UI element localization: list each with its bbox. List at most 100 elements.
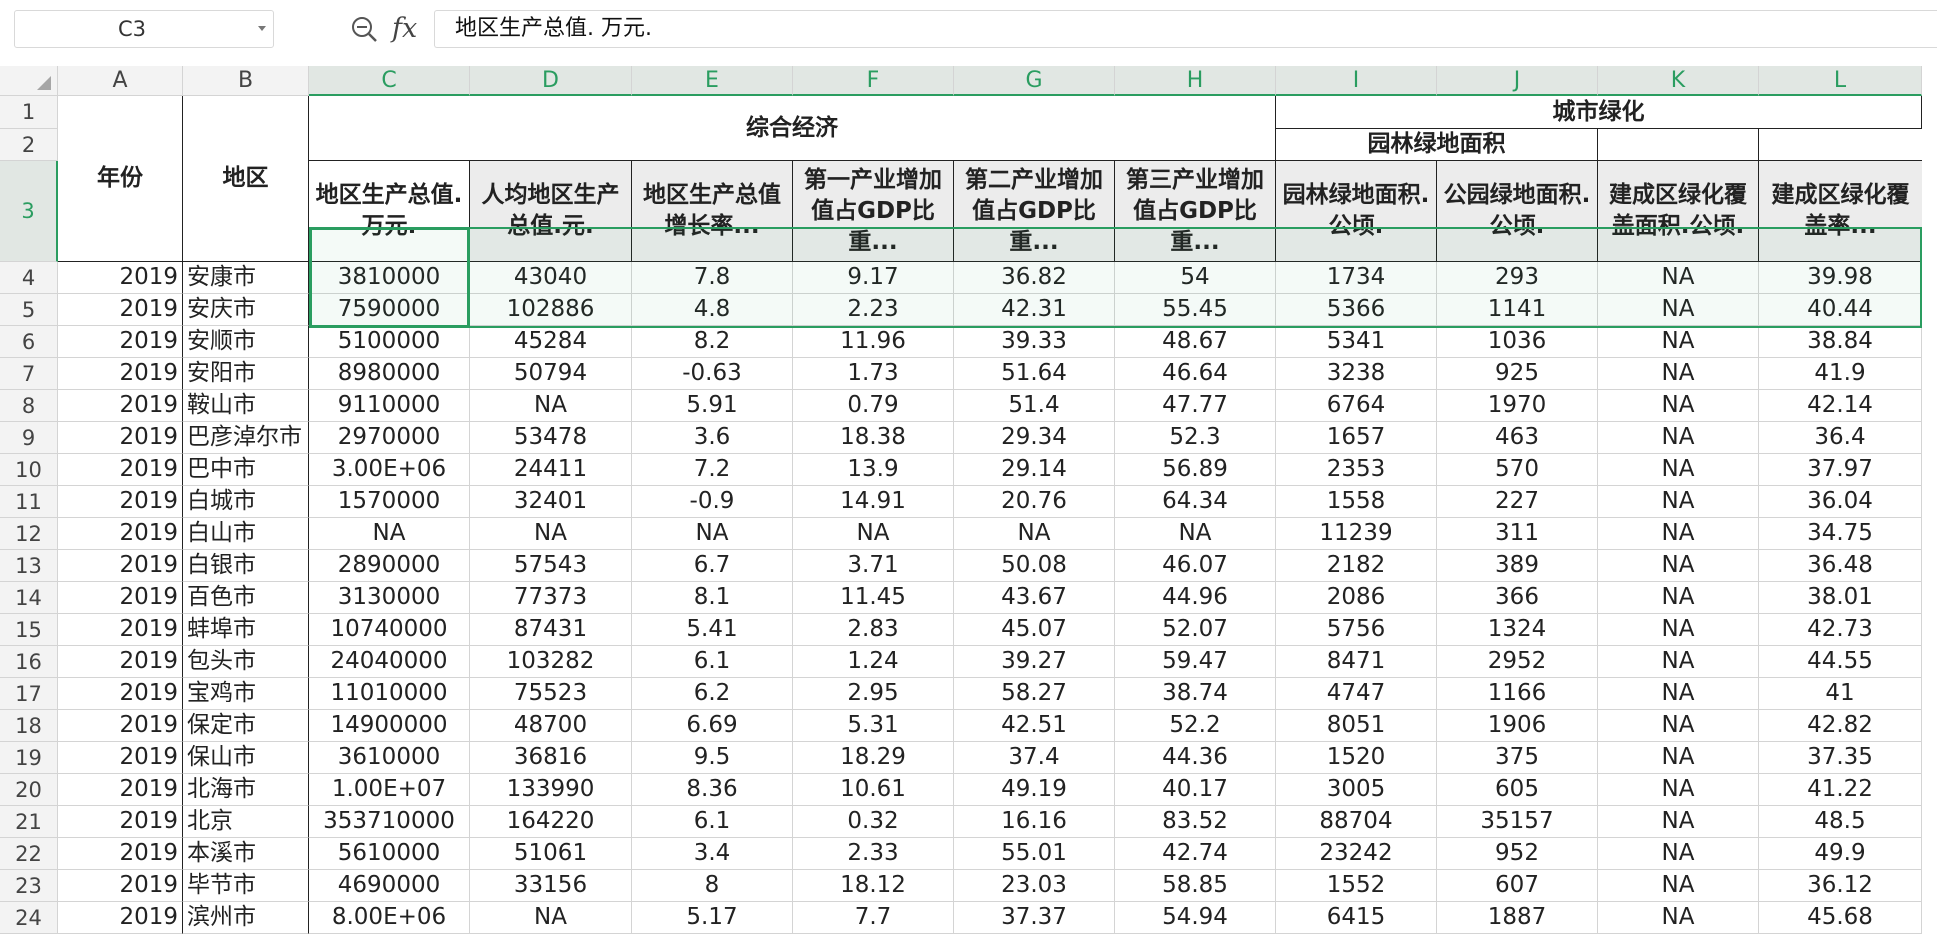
data-cell[interactable]: 18.29: [793, 742, 954, 774]
region-cell[interactable]: 滨州市: [183, 902, 309, 934]
year-cell[interactable]: 2019: [58, 454, 183, 486]
data-cell[interactable]: 44.36: [1115, 742, 1276, 774]
data-cell[interactable]: 3238: [1276, 358, 1437, 390]
data-cell[interactable]: 3810000: [309, 262, 470, 294]
empty-header-cell[interactable]: [1759, 129, 1922, 161]
region-cell[interactable]: 百色市: [183, 582, 309, 614]
row-header-3[interactable]: 3: [0, 161, 58, 262]
data-cell[interactable]: 4.8: [632, 294, 793, 326]
year-cell[interactable]: 2019: [58, 614, 183, 646]
column-header-c[interactable]: C: [309, 66, 470, 96]
column-header-h[interactable]: H: [1115, 66, 1276, 96]
data-cell[interactable]: 23242: [1276, 838, 1437, 870]
data-cell[interactable]: 88704: [1276, 806, 1437, 838]
row-header-24[interactable]: 24: [0, 902, 58, 934]
data-cell[interactable]: 5.41: [632, 614, 793, 646]
data-cell[interactable]: NA: [1598, 486, 1759, 518]
region-cell[interactable]: 包头市: [183, 646, 309, 678]
column-header-a[interactable]: A: [58, 66, 183, 96]
data-cell[interactable]: 18.38: [793, 422, 954, 454]
data-cell[interactable]: 3610000: [309, 742, 470, 774]
data-cell[interactable]: 11239: [1276, 518, 1437, 550]
data-cell[interactable]: 389: [1437, 550, 1598, 582]
year-cell[interactable]: 2019: [58, 262, 183, 294]
data-cell[interactable]: 34.75: [1759, 518, 1922, 550]
data-cell[interactable]: 50794: [470, 358, 632, 390]
region-cell[interactable]: 鞍山市: [183, 390, 309, 422]
data-cell[interactable]: 1657: [1276, 422, 1437, 454]
header-region[interactable]: 地区: [183, 96, 309, 262]
data-cell[interactable]: 39.98: [1759, 262, 1922, 294]
data-cell[interactable]: 29.14: [954, 454, 1115, 486]
data-cell[interactable]: 1558: [1276, 486, 1437, 518]
data-cell[interactable]: 5756: [1276, 614, 1437, 646]
data-cell[interactable]: NA: [1598, 870, 1759, 902]
row-header-21[interactable]: 21: [0, 806, 58, 838]
row-header-12[interactable]: 12: [0, 518, 58, 550]
data-cell[interactable]: 1.73: [793, 358, 954, 390]
year-cell[interactable]: 2019: [58, 710, 183, 742]
data-cell[interactable]: 42.51: [954, 710, 1115, 742]
data-cell[interactable]: 57543: [470, 550, 632, 582]
data-cell[interactable]: NA: [954, 518, 1115, 550]
data-cell[interactable]: 6.2: [632, 678, 793, 710]
column-header-j[interactable]: J: [1437, 66, 1598, 96]
data-cell[interactable]: 5366: [1276, 294, 1437, 326]
year-cell[interactable]: 2019: [58, 870, 183, 902]
data-cell[interactable]: 58.27: [954, 678, 1115, 710]
region-cell[interactable]: 安庆市: [183, 294, 309, 326]
data-cell[interactable]: 4690000: [309, 870, 470, 902]
data-cell[interactable]: 463: [1437, 422, 1598, 454]
region-cell[interactable]: 安康市: [183, 262, 309, 294]
data-cell[interactable]: 43040: [470, 262, 632, 294]
data-cell[interactable]: NA: [309, 518, 470, 550]
data-cell[interactable]: 33156: [470, 870, 632, 902]
data-cell[interactable]: 87431: [470, 614, 632, 646]
data-cell[interactable]: 164220: [470, 806, 632, 838]
year-cell[interactable]: 2019: [58, 358, 183, 390]
row-header-7[interactable]: 7: [0, 358, 58, 390]
data-cell[interactable]: 29.34: [954, 422, 1115, 454]
row-header-5[interactable]: 5: [0, 294, 58, 326]
data-cell[interactable]: 8980000: [309, 358, 470, 390]
data-cell[interactable]: 35157: [1437, 806, 1598, 838]
year-cell[interactable]: 2019: [58, 518, 183, 550]
data-cell[interactable]: 605: [1437, 774, 1598, 806]
column-header-f[interactable]: F: [793, 66, 954, 96]
data-cell[interactable]: 102886: [470, 294, 632, 326]
data-cell[interactable]: 227: [1437, 486, 1598, 518]
data-cell[interactable]: 11.96: [793, 326, 954, 358]
formula-input[interactable]: 地区生产总值. 万元.: [434, 10, 1937, 48]
data-cell[interactable]: 2353: [1276, 454, 1437, 486]
data-cell[interactable]: NA: [1598, 902, 1759, 934]
data-cell[interactable]: 8: [632, 870, 793, 902]
data-cell[interactable]: NA: [1598, 710, 1759, 742]
year-cell[interactable]: 2019: [58, 326, 183, 358]
header-c3[interactable]: 地区生产总值.万元.: [309, 161, 470, 262]
year-cell[interactable]: 2019: [58, 422, 183, 454]
data-cell[interactable]: 41: [1759, 678, 1922, 710]
data-cell[interactable]: 45284: [470, 326, 632, 358]
data-cell[interactable]: 46.07: [1115, 550, 1276, 582]
year-cell[interactable]: 2019: [58, 902, 183, 934]
data-cell[interactable]: 45.68: [1759, 902, 1922, 934]
region-cell[interactable]: 巴彦淖尔市: [183, 422, 309, 454]
data-cell[interactable]: 36.48: [1759, 550, 1922, 582]
data-cell[interactable]: 9.17: [793, 262, 954, 294]
data-cell[interactable]: 10740000: [309, 614, 470, 646]
data-cell[interactable]: 1141: [1437, 294, 1598, 326]
data-cell[interactable]: 39.27: [954, 646, 1115, 678]
data-cell[interactable]: 55.45: [1115, 294, 1276, 326]
data-cell[interactable]: 37.35: [1759, 742, 1922, 774]
data-cell[interactable]: 6415: [1276, 902, 1437, 934]
data-cell[interactable]: 0.32: [793, 806, 954, 838]
data-cell[interactable]: 75523: [470, 678, 632, 710]
data-cell[interactable]: 8.2: [632, 326, 793, 358]
row-header-10[interactable]: 10: [0, 454, 58, 486]
data-cell[interactable]: 3005: [1276, 774, 1437, 806]
data-cell[interactable]: 51061: [470, 838, 632, 870]
select-all-button[interactable]: [0, 66, 58, 96]
data-cell[interactable]: 3.00E+06: [309, 454, 470, 486]
data-cell[interactable]: NA: [1115, 518, 1276, 550]
data-cell[interactable]: NA: [632, 518, 793, 550]
